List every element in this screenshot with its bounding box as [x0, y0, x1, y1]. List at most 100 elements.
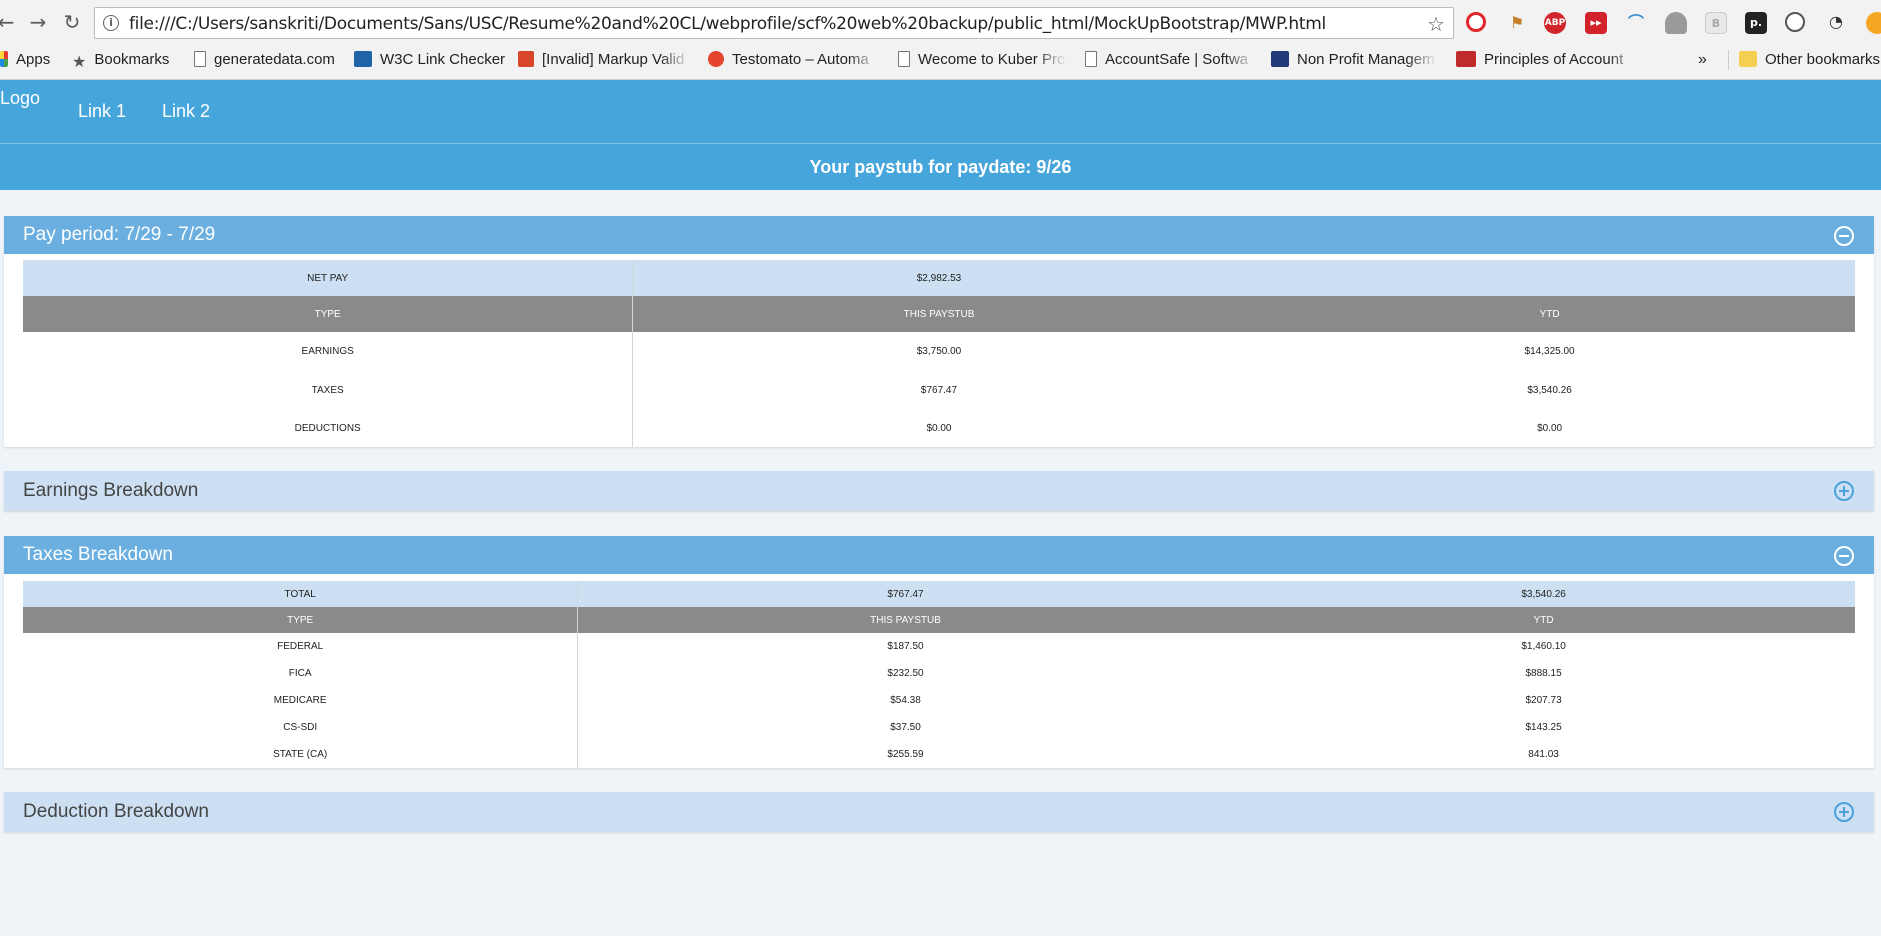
site-navbar: Logo Link 1 Link 2 — [0, 80, 1881, 143]
col-header-this-paystub: THIS PAYSTUB — [632, 296, 1245, 332]
address-url[interactable]: file:///C:/Users/sanskriti/Documents/San… — [129, 14, 1326, 34]
table-row: CS-SDI $37.50 $143.25 — [23, 714, 1855, 741]
row-this-paystub: $187.50 — [887, 641, 924, 652]
row-type: FEDERAL — [23, 633, 579, 660]
col-header-this-paystub: THIS PAYSTUB — [577, 607, 1233, 633]
star-icon: ★ — [72, 54, 87, 71]
table-header-row: TYPE THIS PAYSTUB YTD — [23, 607, 1855, 633]
nav-link-2[interactable]: Link 2 — [162, 101, 210, 122]
spiral-icon[interactable] — [1785, 12, 1805, 32]
paystub-banner: Your paystub for paydate: 9/26 — [0, 144, 1881, 190]
earnings-breakdown-panel: Earnings Breakdown — [4, 471, 1874, 511]
bookmark-testomato[interactable]: Testomato – Automa — [708, 50, 878, 70]
gauge-icon[interactable]: ◔ — [1825, 12, 1847, 34]
collapse-icon[interactable] — [1834, 226, 1854, 246]
taxes-breakdown-panel: Taxes Breakdown TOTAL $767.47 $3,540.26 … — [4, 536, 1874, 768]
bookmark-accountsafe[interactable]: AccountSafe | Softwa — [1085, 50, 1255, 70]
row-this-paystub: $255.59 — [887, 749, 924, 760]
back-icon[interactable]: ← — [0, 10, 18, 34]
row-type: FICA — [23, 660, 579, 687]
bookmark-kuber[interactable]: Wecome to Kuber Pro — [898, 50, 1066, 70]
collapse-icon[interactable] — [1834, 546, 1854, 566]
col-header-ytd: YTD — [1244, 296, 1855, 332]
bookmark-markup-validator[interactable]: [Invalid] Markup Valid — [518, 50, 690, 70]
row-this-paystub: $232.50 — [887, 668, 924, 679]
bookmarks-bar: Apps ★ Bookmarks generatedata.com W3C Lin… — [0, 46, 1881, 74]
browser-toolbar: ← → ↻ i file:///C:/Users/sanskriti/Docum… — [0, 0, 1881, 46]
adblock-plus-icon[interactable]: ABP — [1544, 12, 1566, 34]
page-icon — [898, 51, 910, 67]
b-icon[interactable]: B — [1705, 12, 1727, 34]
bookmarks-overflow-chevron[interactable]: » — [1698, 50, 1707, 70]
net-pay-label: NET PAY — [23, 260, 634, 296]
earnings-breakdown-header[interactable]: Earnings Breakdown — [4, 471, 1874, 511]
table-row: DEDUCTIONS $0.00 $0.00 — [23, 409, 1855, 447]
bookmark-label: Principles of Account — [1484, 51, 1624, 68]
testomato-icon — [708, 51, 724, 67]
bookmark-label: generatedata.com — [214, 51, 335, 68]
row-ytd: $14,325.00 — [1524, 346, 1575, 357]
site-info-icon[interactable]: i — [103, 15, 119, 31]
table-row: STATE (CA) $255.59 841.03 — [23, 741, 1855, 768]
total-label: TOTAL — [23, 581, 579, 607]
bookmark-bookmarks[interactable]: ★ Bookmarks — [72, 50, 169, 70]
row-this-paystub: $0.00 — [926, 422, 952, 434]
opera-icon[interactable] — [1466, 12, 1486, 32]
nav-link-1[interactable]: Link 1 — [78, 101, 126, 122]
col-header-type: TYPE — [23, 607, 579, 633]
pay-period-header[interactable]: Pay period: 7/29 - 7/29 — [4, 216, 1874, 254]
media-skip-icon[interactable]: ▸▸ — [1585, 12, 1607, 34]
total-ytd: $3,540.26 — [1232, 581, 1855, 607]
bookmark-flag-icon[interactable]: ⚑ — [1506, 12, 1528, 34]
col-header-type: TYPE — [23, 296, 634, 332]
poa-icon — [1456, 51, 1476, 67]
row-type: TAXES — [23, 371, 634, 409]
orange-circle-icon[interactable] — [1866, 12, 1881, 34]
row-ytd: $207.73 — [1525, 695, 1562, 706]
bookmark-apps[interactable]: Apps — [0, 50, 50, 70]
pay-period-panel: Pay period: 7/29 - 7/29 NET PAY $2,982.5… — [4, 216, 1874, 447]
table-header-row: TYPE THIS PAYSTUB YTD — [23, 296, 1855, 332]
reload-icon[interactable]: ↻ — [60, 10, 84, 34]
rainbow-icon[interactable]: ⌒ — [1625, 12, 1647, 34]
bookmark-label: Apps — [16, 51, 51, 68]
expand-icon[interactable] — [1834, 802, 1854, 822]
net-pay-value: $2,982.53 — [632, 260, 1245, 296]
taxes-breakdown-header[interactable]: Taxes Breakdown — [4, 536, 1874, 574]
bookmark-non-profit[interactable]: Non Profit Managem — [1271, 50, 1437, 70]
p-icon[interactable]: p. — [1745, 12, 1767, 34]
taxes-table: TOTAL $767.47 $3,540.26 TYPE THIS PAYSTU… — [23, 581, 1855, 768]
bookmark-principles-accounting[interactable]: Principles of Account — [1456, 50, 1638, 70]
row-ytd: 841.03 — [1528, 749, 1559, 760]
expand-icon[interactable] — [1834, 481, 1854, 501]
pay-period-title: Pay period: 7/29 - 7/29 — [23, 224, 216, 245]
row-ytd: $3,540.26 — [1527, 384, 1572, 396]
table-row: EARNINGS $3,750.00 $14,325.00 — [23, 332, 1855, 371]
puzzle-icon[interactable] — [1665, 12, 1687, 34]
other-bookmarks-label: Other bookmarks — [1765, 51, 1881, 68]
row-this-paystub: $54.38 — [890, 695, 921, 706]
number-four-icon — [1271, 51, 1289, 67]
table-row: FICA $232.50 $888.15 — [23, 660, 1855, 687]
other-bookmarks[interactable]: Other bookmarks — [1728, 50, 1880, 70]
pay-summary-table: NET PAY $2,982.53 TYPE THIS PAYSTUB YTD … — [23, 260, 1855, 447]
row-type: EARNINGS — [23, 332, 634, 371]
address-bar[interactable]: i file:///C:/Users/sanskriti/Documents/S… — [94, 7, 1454, 39]
page-icon — [194, 51, 206, 67]
bookmark-star-icon[interactable]: ☆ — [1427, 12, 1445, 36]
forward-icon[interactable]: → — [26, 10, 50, 34]
bookmark-w3c-link-checker[interactable]: W3C Link Checker — [354, 50, 505, 70]
row-ytd: $888.15 — [1525, 668, 1562, 679]
deduction-breakdown-title: Deduction Breakdown — [23, 801, 209, 822]
row-this-paystub: $767.47 — [920, 384, 958, 396]
row-type: MEDICARE — [23, 687, 579, 714]
row-ytd: $143.25 — [1525, 722, 1562, 733]
table-row: TAXES $767.47 $3,540.26 — [23, 371, 1855, 409]
row-this-paystub: $37.50 — [890, 722, 921, 733]
taxes-breakdown-title: Taxes Breakdown — [23, 544, 173, 565]
validator-icon — [518, 51, 534, 67]
row-type: STATE (CA) — [23, 741, 579, 768]
bookmark-generatedata[interactable]: generatedata.com — [194, 50, 335, 70]
deduction-breakdown-header[interactable]: Deduction Breakdown — [4, 792, 1874, 832]
logo-image[interactable]: Logo — [0, 88, 40, 109]
